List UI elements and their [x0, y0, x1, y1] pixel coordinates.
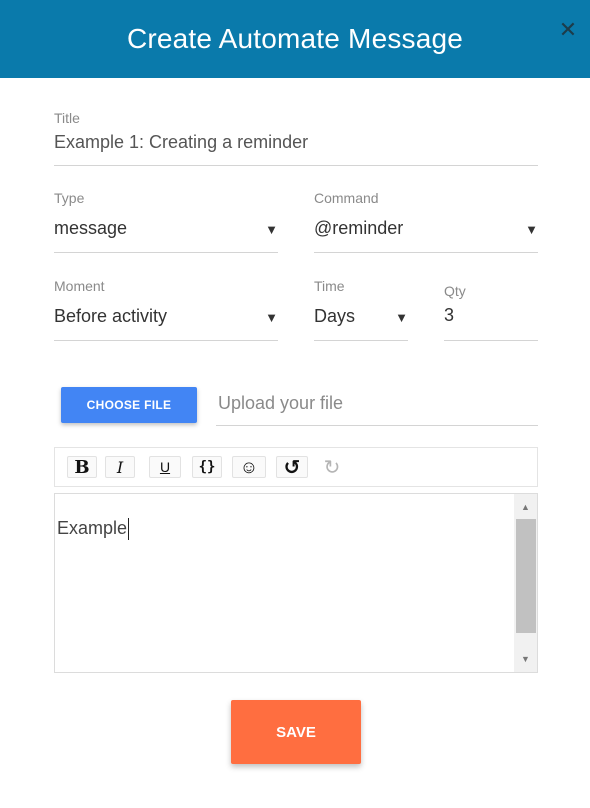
upload-placeholder: Upload your file [218, 393, 344, 413]
moment-label: Moment [54, 278, 105, 294]
qty-label: Qty [444, 283, 466, 299]
time-underline [314, 340, 408, 341]
title-label: Title [54, 110, 80, 126]
editor-scrollbar[interactable]: ▲ ▼ [514, 494, 537, 672]
type-select[interactable]: Type message ▼ [54, 190, 278, 253]
dialog-title: Create Automate Message [126, 23, 464, 54]
redo-icon[interactable]: ↻ [317, 456, 347, 479]
title-input[interactable]: Example 1: Creating a reminder [54, 132, 308, 153]
moment-underline [54, 340, 278, 341]
type-underline [54, 252, 278, 253]
type-value[interactable]: message [54, 218, 127, 239]
time-value[interactable]: Days [314, 306, 355, 327]
command-value[interactable]: @reminder [314, 218, 403, 239]
title-field[interactable]: Title Example 1: Creating a reminder [54, 110, 538, 166]
command-label: Command [314, 190, 379, 206]
type-label: Type [54, 190, 85, 206]
chevron-down-icon[interactable]: ▼ [265, 222, 278, 237]
moment-select[interactable]: Moment Before activity ▼ [54, 278, 278, 341]
moment-value[interactable]: Before activity [54, 306, 167, 327]
command-underline [314, 252, 538, 253]
chevron-down-icon[interactable]: ▼ [525, 222, 538, 237]
command-select[interactable]: Command @reminder ▼ [314, 190, 538, 253]
chevron-down-icon[interactable]: ▼ [265, 310, 278, 325]
text-cursor [128, 518, 130, 541]
undo-icon[interactable]: ↺ [276, 456, 308, 479]
close-icon[interactable]: ✕ [558, 19, 578, 41]
upload-underline [216, 425, 538, 426]
italic-button[interactable]: I [105, 456, 135, 478]
qty-underline [444, 340, 538, 341]
scroll-up-icon[interactable]: ▲ [514, 498, 537, 516]
qty-input[interactable]: 3 [444, 305, 454, 326]
time-label: Time [314, 278, 345, 294]
bold-button[interactable]: B [67, 456, 97, 478]
scroll-thumb[interactable] [516, 519, 536, 633]
upload-file-field[interactable]: Upload your file [216, 385, 538, 426]
editor-text: Example [57, 518, 128, 538]
message-editor[interactable]: Example ▲ ▼ [54, 493, 538, 673]
dialog-header: Create Automate Message ✕ [0, 0, 590, 78]
save-button[interactable]: SAVE [231, 700, 361, 764]
qty-field[interactable]: Qty 3 [444, 283, 538, 341]
editor-content[interactable]: Example [57, 518, 130, 541]
title-underline [54, 165, 538, 166]
time-select[interactable]: Time Days ▼ [314, 278, 408, 341]
choose-file-button[interactable]: CHOOSE FILE [61, 387, 197, 423]
code-button[interactable]: {} [192, 456, 222, 478]
editor-toolbar: B I U {} ☺ ↺ ↻ [54, 447, 538, 487]
scroll-down-icon[interactable]: ▼ [514, 650, 537, 668]
emoji-icon[interactable]: ☺ [232, 456, 266, 478]
chevron-down-icon[interactable]: ▼ [395, 310, 408, 325]
underline-button[interactable]: U [149, 456, 181, 478]
